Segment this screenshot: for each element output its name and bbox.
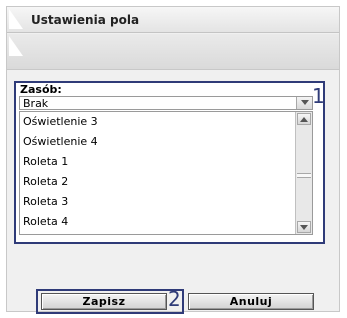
scroll-down-icon[interactable]: [297, 221, 311, 233]
panel-header: Ustawienia pola: [7, 7, 339, 33]
panel-subheader: [7, 34, 339, 70]
chevron-down-icon[interactable]: [296, 97, 312, 109]
scroll-thumb[interactable]: [297, 173, 311, 178]
list-item[interactable]: Oświetlenie 3: [23, 112, 98, 132]
region-marker-1: 1: [312, 84, 325, 108]
list-item[interactable]: Roleta 3: [23, 192, 68, 212]
region-marker-2: 2: [168, 287, 181, 311]
resource-select-value: Brak: [23, 97, 49, 110]
cancel-button[interactable]: Anuluj: [188, 293, 314, 310]
list-item[interactable]: Roleta 2: [23, 172, 68, 192]
save-button[interactable]: Zapisz: [41, 293, 167, 310]
resource-label: Zasób:: [20, 83, 62, 96]
panel-title: Ustawienia pola: [31, 13, 140, 27]
subheader-corner-icon: [9, 36, 23, 56]
header-corner-icon: [9, 9, 23, 29]
list-item[interactable]: Roleta 4: [23, 212, 68, 232]
scroll-up-icon[interactable]: [297, 113, 311, 125]
resource-options-list[interactable]: Oświetlenie 3 Oświetlenie 4 Roleta 1 Rol…: [19, 111, 313, 235]
list-scrollbar[interactable]: [295, 112, 312, 234]
list-item[interactable]: Oświetlenie 4: [23, 132, 98, 152]
resource-select[interactable]: Brak: [19, 96, 313, 110]
list-item[interactable]: Roleta 1: [23, 152, 68, 172]
